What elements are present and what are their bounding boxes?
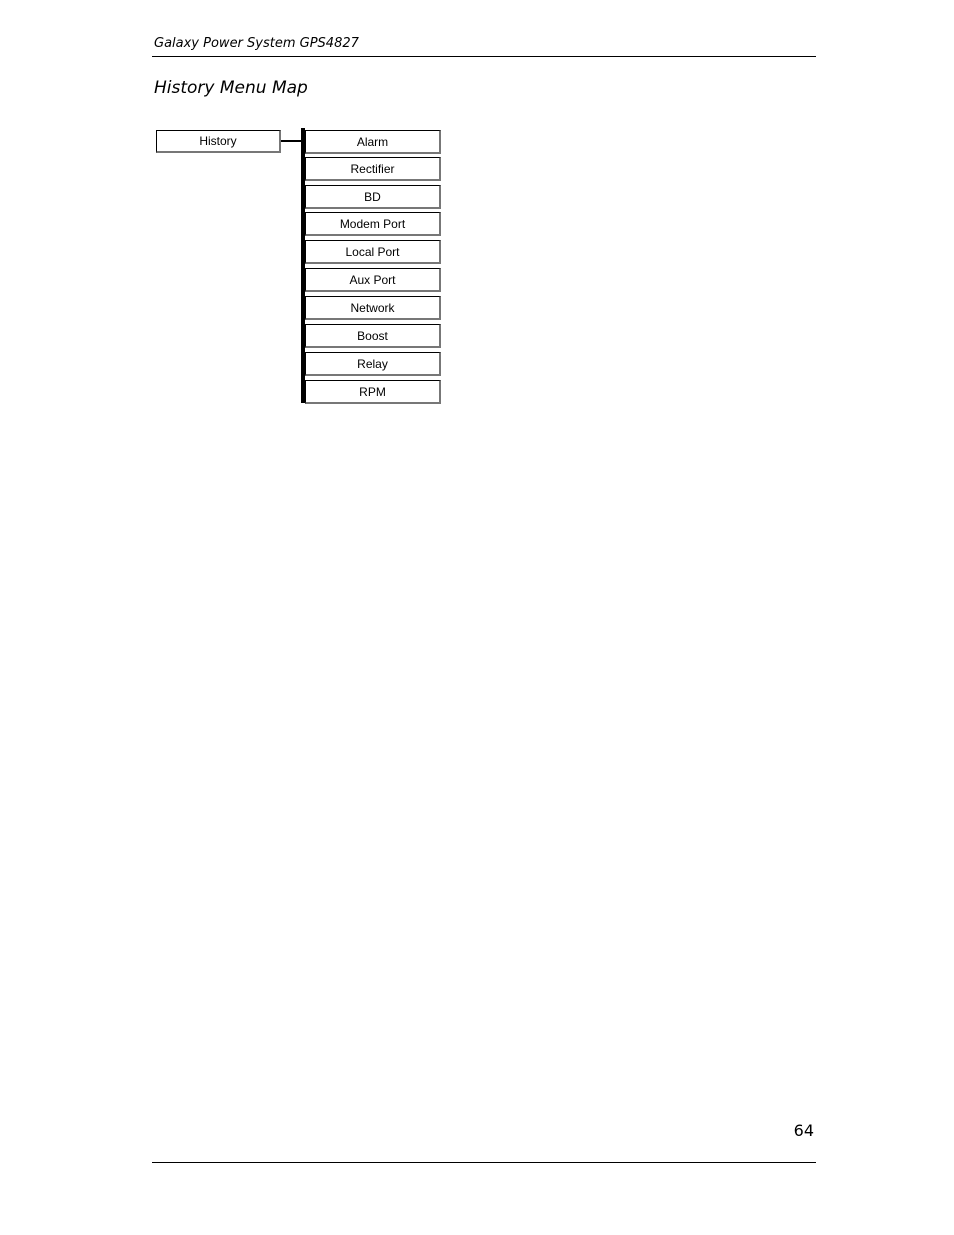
section-title: History Menu Map <box>154 78 308 98</box>
header-rule <box>152 56 816 57</box>
menu-item-bd: BD <box>305 185 441 209</box>
menu-item-rpm: RPM <box>305 380 441 404</box>
footer-rule <box>152 1162 816 1163</box>
page-header-title: Galaxy Power System GPS4827 <box>154 36 359 51</box>
connector-line <box>281 140 303 142</box>
menu-root-history: History <box>156 130 281 153</box>
menu-item-relay: Relay <box>305 352 441 376</box>
menu-item-aux-port: Aux Port <box>305 268 441 292</box>
menu-item-modem-port: Modem Port <box>305 212 441 236</box>
menu-item-rectifier: Rectifier <box>305 157 441 181</box>
menu-item-network: Network <box>305 296 441 320</box>
menu-item-boost: Boost <box>305 324 441 348</box>
menu-item-local-port: Local Port <box>305 240 441 264</box>
page-number: 64 <box>793 1121 814 1140</box>
menu-item-alarm: Alarm <box>305 130 441 154</box>
